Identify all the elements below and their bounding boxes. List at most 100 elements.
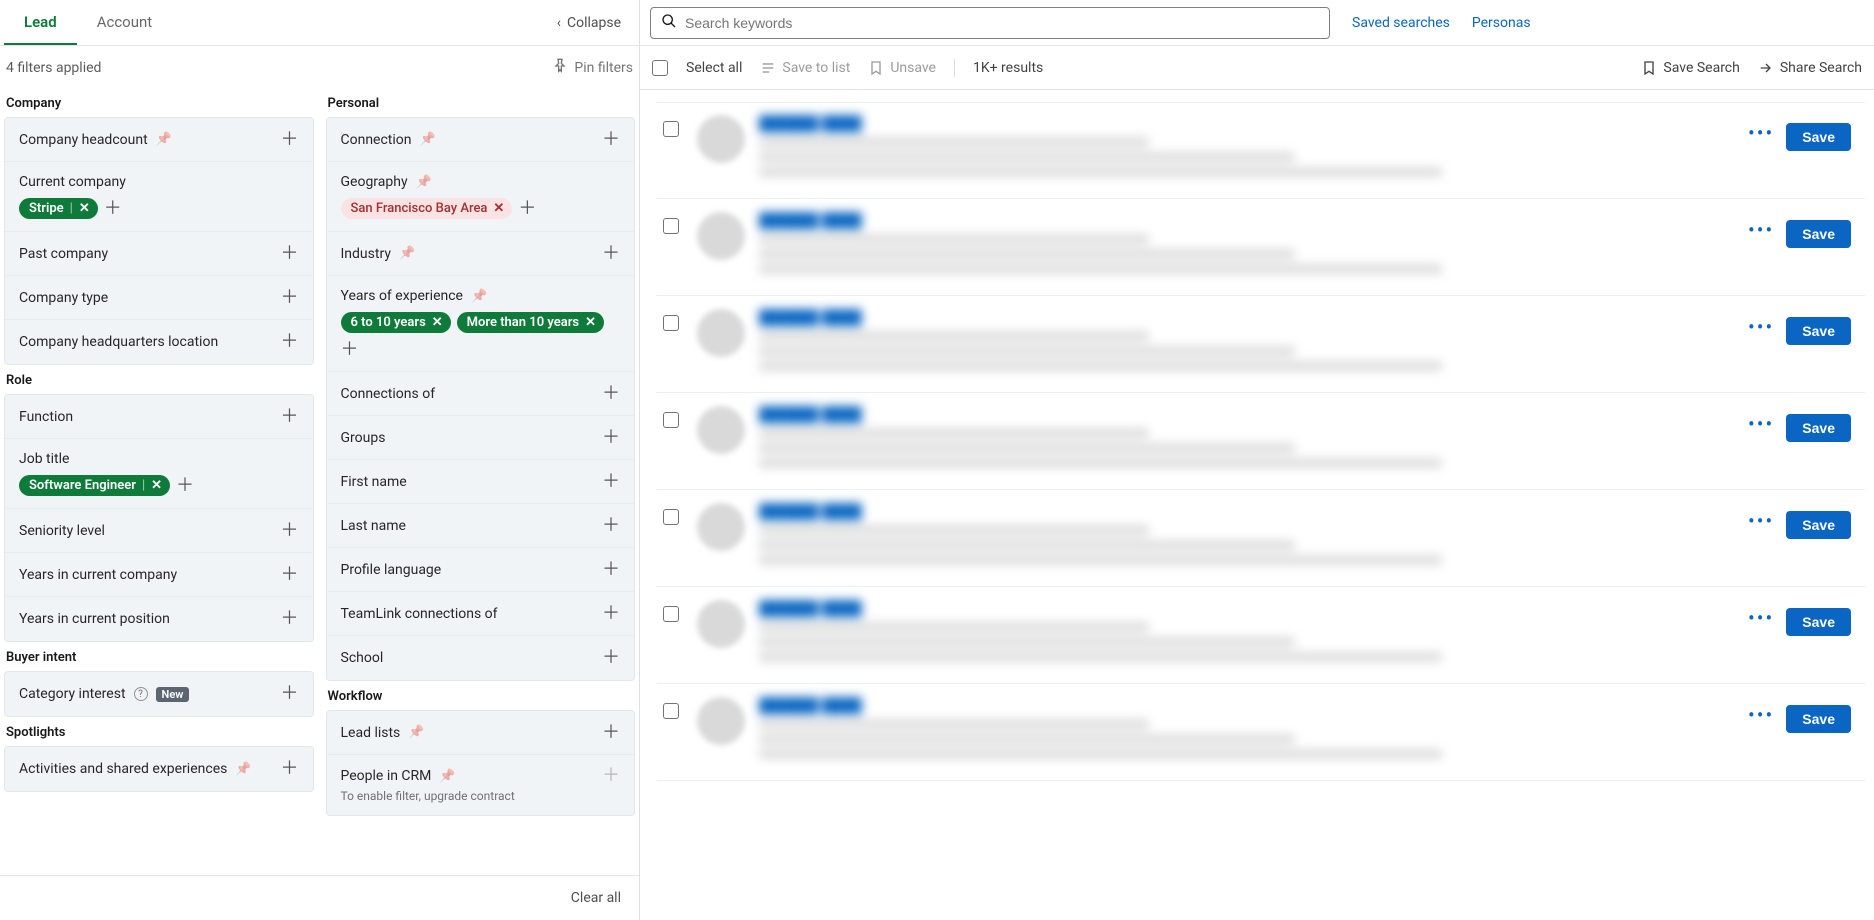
search-box[interactable] [650,7,1330,39]
add-icon[interactable]: ＋ [602,517,620,535]
filter-category-interest[interactable]: Category interest ? New ＋ [5,672,313,716]
add-icon[interactable]: ＋ [602,605,620,623]
add-icon[interactable]: ＋ [281,289,299,307]
more-actions-icon[interactable]: ••• [1748,123,1774,143]
filter-company-hq[interactable]: Company headquarters location ＋ [5,320,313,364]
add-icon[interactable]: ＋ [281,566,299,584]
save-button[interactable]: Save [1786,317,1851,345]
filter-lead-lists[interactable]: Lead lists📌 ＋ [327,711,635,755]
filter-industry[interactable]: Industry📌 ＋ [327,232,635,276]
add-icon[interactable]: ＋ [602,245,620,263]
search-input[interactable] [685,15,1319,31]
filter-current-company[interactable]: Current company Stripe|✕ ＋ [5,162,313,232]
remove-chip-icon[interactable]: ✕ [585,315,596,330]
filter-geography[interactable]: Geography📌 San Francisco Bay Area ✕ ＋ [327,162,635,232]
add-icon[interactable]: ＋ [602,131,620,149]
chip-more-than-10-years[interactable]: More than 10 years✕ [457,312,604,333]
add-icon[interactable]: ＋ [602,385,620,403]
add-icon[interactable]: ＋ [602,473,620,491]
more-actions-icon[interactable]: ••• [1748,705,1774,725]
add-icon[interactable]: ＋ [518,200,536,218]
save-button[interactable]: Save [1786,608,1851,636]
add-icon[interactable]: ＋ [602,724,620,742]
add-icon[interactable]: ＋ [602,561,620,579]
result-row[interactable]: ██████ ████ ••• Save [656,393,1866,490]
add-icon[interactable]: ＋ [281,760,299,778]
tab-account[interactable]: Account [77,1,173,45]
add-icon[interactable]: ＋ [281,610,299,628]
more-actions-icon[interactable]: ••• [1748,220,1774,240]
chip-6-to-10-years[interactable]: 6 to 10 years✕ [341,312,451,333]
personas-link[interactable]: Personas [1472,15,1531,31]
filter-seniority[interactable]: Seniority level ＋ [5,509,313,553]
add-icon[interactable]: ＋ [281,685,299,703]
collapse-button[interactable]: ‹ Collapse [543,9,635,37]
chip-software-engineer[interactable]: Software Engineer|✕ [19,475,170,496]
filter-connection[interactable]: Connection📌 ＋ [327,118,635,162]
filter-activities[interactable]: Activities and shared experiences📌 ＋ [5,747,313,791]
result-checkbox[interactable] [663,218,679,234]
saved-searches-link[interactable]: Saved searches [1352,15,1450,31]
unsave-button[interactable]: Unsave [868,60,936,76]
share-search-button[interactable]: Share Search [1758,60,1862,76]
result-checkbox[interactable] [663,121,679,137]
filter-groups[interactable]: Groups ＋ [327,416,635,460]
result-checkbox[interactable] [663,606,679,622]
filter-company-headcount[interactable]: Company headcount📌 ＋ [5,118,313,162]
pin-filters-button[interactable]: Pin filters [552,58,633,78]
more-actions-icon[interactable]: ••• [1748,317,1774,337]
filter-first-name[interactable]: First name ＋ [327,460,635,504]
add-icon[interactable]: ＋ [281,408,299,426]
result-row[interactable]: ██████ ████ ••• Save [656,684,1866,781]
help-icon[interactable]: ? [134,687,148,701]
filter-years-current-company[interactable]: Years in current company ＋ [5,553,313,597]
filter-years-current-position[interactable]: Years in current position ＋ [5,597,313,641]
add-icon[interactable]: ＋ [281,333,299,351]
tab-lead[interactable]: Lead [4,1,77,45]
filter-company-type[interactable]: Company type ＋ [5,276,313,320]
result-row[interactable]: ██████ ████ ••• Save [656,199,1866,296]
result-row[interactable]: ██████ ████ ••• Save [656,296,1866,393]
filter-school[interactable]: School ＋ [327,636,635,680]
filter-past-company[interactable]: Past company ＋ [5,232,313,276]
filter-job-title[interactable]: Job title Software Engineer|✕ ＋ [5,439,313,509]
chip-sf-bay-area[interactable]: San Francisco Bay Area ✕ [341,198,513,219]
more-actions-icon[interactable]: ••• [1748,414,1774,434]
save-button[interactable]: Save [1786,511,1851,539]
result-row[interactable]: ██████ ████ ••• Save [656,102,1866,199]
remove-chip-icon[interactable]: ✕ [79,201,90,216]
filter-teamlink[interactable]: TeamLink connections of ＋ [327,592,635,636]
save-button[interactable]: Save [1786,414,1851,442]
clear-all-button[interactable]: Clear all [571,890,621,906]
result-checkbox[interactable] [663,509,679,525]
result-checkbox[interactable] [663,412,679,428]
add-icon[interactable]: ＋ [176,477,194,495]
add-icon[interactable]: ＋ [281,245,299,263]
add-icon[interactable]: ＋ [281,522,299,540]
save-search-button[interactable]: Save Search [1641,60,1739,76]
result-checkbox[interactable] [663,703,679,719]
filter-profile-language[interactable]: Profile language ＋ [327,548,635,592]
add-icon[interactable]: ＋ [341,341,359,359]
add-icon[interactable]: ＋ [602,429,620,447]
add-icon[interactable]: ＋ [281,131,299,149]
add-icon[interactable]: ＋ [104,200,122,218]
save-button[interactable]: Save [1786,705,1851,733]
result-row[interactable]: ██████ ████ ••• Save [656,587,1866,684]
result-checkbox[interactable] [663,315,679,331]
filter-function[interactable]: Function ＋ [5,395,313,439]
save-to-list-button[interactable]: Save to list [760,60,850,76]
select-all-button[interactable]: Select all [686,60,742,76]
more-actions-icon[interactable]: ••• [1748,511,1774,531]
filter-last-name[interactable]: Last name ＋ [327,504,635,548]
result-row[interactable]: ██████ ████ ••• Save [656,490,1866,587]
remove-chip-icon[interactable]: ✕ [493,201,504,216]
remove-chip-icon[interactable]: ✕ [151,478,162,493]
select-all-checkbox[interactable] [652,60,668,76]
add-icon[interactable]: ＋ [602,649,620,667]
filter-years-experience[interactable]: Years of experience📌 6 to 10 years✕ More… [327,276,635,372]
chip-stripe[interactable]: Stripe|✕ [19,198,98,219]
save-button[interactable]: Save [1786,123,1851,151]
filter-connections-of[interactable]: Connections of ＋ [327,372,635,416]
save-button[interactable]: Save [1786,220,1851,248]
